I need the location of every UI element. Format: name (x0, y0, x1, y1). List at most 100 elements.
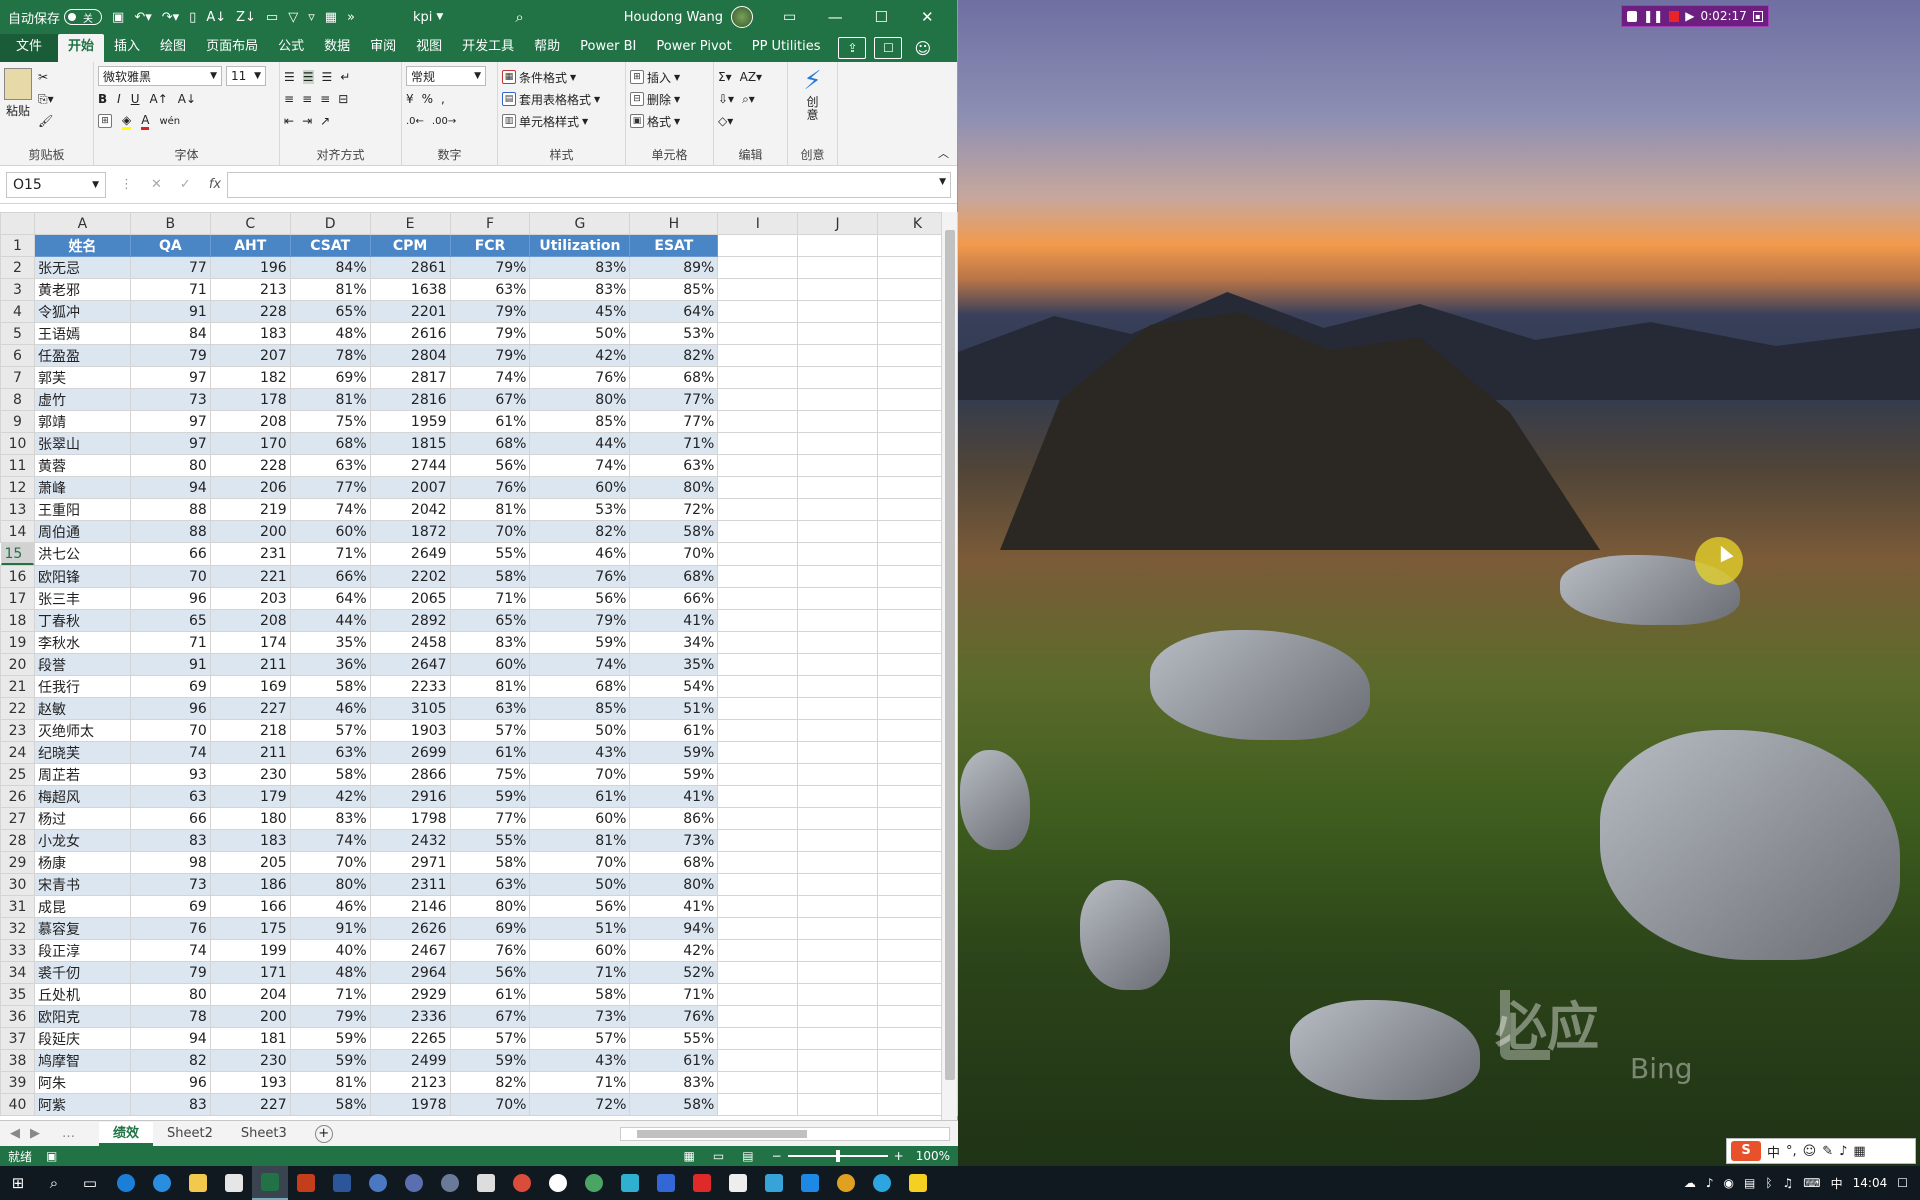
data-cell[interactable]: 68% (629, 851, 719, 874)
row-header[interactable]: 30 (0, 873, 35, 896)
data-cell[interactable]: 57% (529, 1027, 631, 1050)
word-icon[interactable] (324, 1166, 360, 1200)
empty-cell[interactable] (717, 741, 799, 764)
data-cell[interactable]: 梅超风 (33, 785, 131, 808)
data-cell[interactable]: 76% (449, 939, 531, 962)
empty-cell[interactable] (797, 1049, 879, 1072)
empty-cell[interactable] (717, 344, 799, 367)
align-left-icon[interactable]: ≡ (284, 92, 294, 106)
data-cell[interactable]: 72% (629, 498, 719, 521)
stop-icon[interactable] (1669, 10, 1680, 22)
data-cell[interactable]: 纪晓芙 (33, 741, 131, 764)
data-cell[interactable]: 91 (129, 300, 211, 323)
zoom-slider-thumb[interactable] (835, 1150, 840, 1162)
table-row[interactable]: 36 欧阳克 78 200 79% 2336 67% 73% 76% (0, 1005, 958, 1028)
new-file-icon[interactable]: ▯ (189, 10, 196, 25)
row-header[interactable]: 8 (0, 388, 35, 411)
empty-cell[interactable] (797, 300, 879, 323)
more-options-icon[interactable]: ⋮ (120, 177, 133, 192)
decrease-indent-icon[interactable]: ⇤ (284, 114, 294, 128)
zoom-out-icon[interactable]: − (772, 1149, 782, 1163)
row-header[interactable]: 11 (0, 454, 35, 477)
powerpoint-icon[interactable] (288, 1166, 324, 1200)
table-row[interactable]: 34 裘千仞 79 171 48% 2964 56% 71% 52% (0, 961, 958, 984)
empty-cell[interactable] (797, 719, 879, 742)
font-size-select[interactable]: 11 ▼ (226, 66, 266, 86)
document-title[interactable]: kpi (413, 10, 432, 25)
data-cell[interactable]: 170 (209, 432, 291, 455)
empty-cell[interactable] (797, 565, 879, 588)
mail-icon[interactable] (720, 1166, 756, 1200)
data-cell[interactable]: 41% (629, 609, 719, 632)
data-cell[interactable]: 57% (449, 719, 531, 742)
data-cell[interactable]: 1872 (369, 520, 451, 543)
data-cell[interactable]: 179 (209, 785, 291, 808)
row-header[interactable]: 37 (0, 1027, 35, 1050)
data-cell[interactable]: 75% (289, 410, 371, 433)
maximize-button[interactable]: ☐ (858, 8, 904, 26)
conditional-format-button[interactable]: ▦ 条件格式 ▼ (502, 66, 621, 88)
data-cell[interactable]: 67% (449, 1005, 531, 1028)
minimize-button[interactable]: — (812, 8, 858, 26)
row-header[interactable]: 31 (0, 895, 35, 918)
column-header[interactable]: G (529, 212, 631, 235)
table-row[interactable]: 8 虚竹 73 178 81% 2816 67% 80% 77% (0, 388, 958, 411)
data-cell[interactable]: 灭绝师太 (33, 719, 131, 742)
form-icon[interactable]: ▦ (325, 10, 337, 25)
data-cell[interactable]: 227 (209, 1093, 291, 1116)
empty-cell[interactable] (717, 1027, 799, 1050)
data-cell[interactable]: 40% (289, 939, 371, 962)
data-cell[interactable]: 46% (289, 895, 371, 918)
data-cell[interactable]: 70% (289, 851, 371, 874)
empty-cell[interactable] (717, 653, 799, 676)
data-cell[interactable]: 69% (289, 366, 371, 389)
table-header-cell[interactable]: 姓名 (33, 234, 131, 257)
app-icon[interactable] (792, 1166, 828, 1200)
data-cell[interactable]: 80% (629, 873, 719, 896)
row-header[interactable]: 6 (0, 344, 35, 367)
empty-cell[interactable] (717, 917, 799, 940)
data-cell[interactable]: 65% (449, 609, 531, 632)
data-cell[interactable]: 杨过 (33, 807, 131, 830)
data-cell[interactable]: 80% (529, 388, 631, 411)
data-cell[interactable]: 84 (129, 322, 211, 345)
empty-cell[interactable] (797, 1071, 879, 1094)
table-row[interactable]: 16 欧阳锋 70 221 66% 2202 58% 76% 68% (0, 565, 958, 588)
data-cell[interactable]: 79% (449, 344, 531, 367)
row-header[interactable]: 17 (0, 587, 35, 610)
table-row[interactable]: 32 慕容复 76 175 91% 2626 69% 51% 94% (0, 917, 958, 940)
table-row[interactable]: 20 段誉 91 211 36% 2647 60% 74% 35% (0, 653, 958, 676)
data-cell[interactable]: 80% (629, 476, 719, 499)
data-cell[interactable]: 2647 (369, 653, 451, 676)
volume-icon[interactable]: ♫ (1783, 1176, 1794, 1190)
scrollbar-thumb[interactable] (945, 230, 955, 1080)
data-cell[interactable]: 任我行 (33, 675, 131, 698)
data-cell[interactable]: 166 (209, 895, 291, 918)
data-cell[interactable]: 58% (289, 763, 371, 786)
data-cell[interactable]: 2816 (369, 388, 451, 411)
tab-power-pivot[interactable]: Power Pivot (646, 34, 741, 62)
empty-cell[interactable] (797, 432, 879, 455)
data-cell[interactable]: 174 (209, 631, 291, 654)
data-cell[interactable]: 2146 (369, 895, 451, 918)
data-cell[interactable]: 199 (209, 939, 291, 962)
data-cell[interactable]: 2201 (369, 300, 451, 323)
data-cell[interactable]: 50% (529, 719, 631, 742)
data-cell[interactable]: 211 (209, 653, 291, 676)
data-cell[interactable]: 63 (129, 785, 211, 808)
data-cell[interactable]: 68% (629, 565, 719, 588)
data-cell[interactable]: 79% (449, 322, 531, 345)
data-cell[interactable]: 45% (529, 300, 631, 323)
data-cell[interactable]: 58% (529, 983, 631, 1006)
data-cell[interactable]: 丘处机 (33, 983, 131, 1006)
data-cell[interactable]: 83 (129, 829, 211, 852)
data-cell[interactable]: 64% (629, 300, 719, 323)
table-header-cell[interactable]: ESAT (629, 234, 719, 257)
ie-icon[interactable] (144, 1166, 180, 1200)
format-cells-button[interactable]: ▣ 格式 ▼ (630, 110, 709, 132)
data-cell[interactable]: 段延庆 (33, 1027, 131, 1050)
data-cell[interactable]: 55% (629, 1027, 719, 1050)
scrollbar-thumb[interactable] (637, 1129, 807, 1138)
data-cell[interactable]: 令狐冲 (33, 300, 131, 323)
table-row[interactable]: 24 纪晓芙 74 211 63% 2699 61% 43% 59% (0, 741, 958, 764)
